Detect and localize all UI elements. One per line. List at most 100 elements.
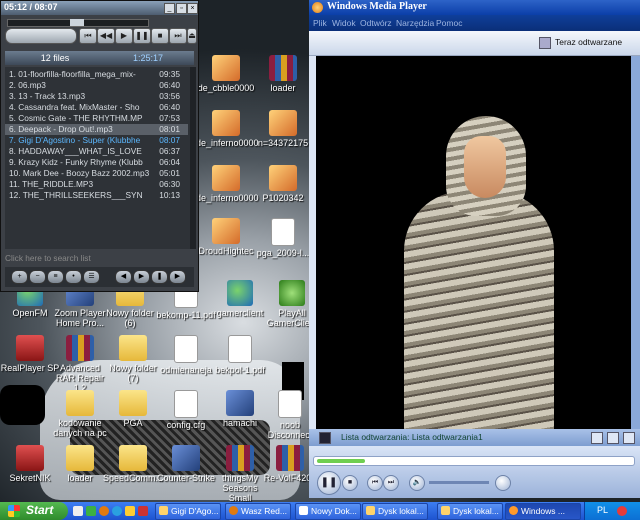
next-mini-button[interactable]: ▶ [169, 270, 186, 284]
menu-tools[interactable]: Narzędzia [396, 18, 434, 28]
volume-slider[interactable] [5, 28, 77, 44]
playlist-row[interactable]: 12. THE_THRILLSEEKERS___SYN 10:13 [5, 190, 188, 201]
taskbar-item[interactable]: Wasz Red... [225, 503, 291, 520]
seek-handle[interactable] [70, 19, 84, 26]
list-options-button[interactable]: ☰ [83, 270, 100, 284]
language-indicator[interactable]: PL [597, 505, 608, 515]
desktop-icon[interactable]: SpeedComm... [103, 445, 163, 483]
mute-icon[interactable]: 🔈 [409, 475, 425, 491]
folder-icon [119, 445, 147, 471]
remove-button[interactable]: − [29, 270, 46, 284]
layout-icon[interactable] [591, 432, 603, 444]
playlist-scrollbar[interactable] [190, 67, 196, 249]
winamp-seek-bar[interactable] [7, 19, 149, 27]
minimize-icon[interactable]: _ [164, 3, 175, 14]
play-button[interactable]: ▶ [115, 28, 133, 44]
taskbar-item-active[interactable]: Windows ... [505, 503, 581, 520]
quicklaunch-browser-icon[interactable] [86, 506, 96, 516]
playlist-row[interactable]: 4. Cassandra feat. MixMaster - Sho 06:40 [5, 102, 188, 113]
desktop-icon[interactable]: P1020342 [253, 165, 313, 203]
playlist-row[interactable]: 1. 01-floorfilla-floorfilla_mega_mix- 09:… [5, 69, 188, 80]
pause-button[interactable]: ❚❚ [133, 28, 151, 44]
desktop-icon[interactable]: loader [50, 445, 110, 483]
quicklaunch-desktop-icon[interactable] [73, 506, 83, 516]
desktop-icon[interactable]: kodowanie danych na pc [50, 390, 110, 438]
desktop-icon[interactable]: Counter-Strike [156, 445, 216, 483]
eject-button[interactable]: ⏏ [187, 28, 197, 44]
playlist-row[interactable]: 11. THE_RIDDLE.MP3 06:30 [5, 179, 188, 190]
playlist-search[interactable]: Click here to search list [5, 253, 190, 264]
wmp-titlebar[interactable]: Windows Media Player [309, 0, 640, 15]
taskbar-item[interactable]: Gigi D'Ago... [155, 503, 221, 520]
fullscreen-icon[interactable] [319, 432, 331, 444]
pause-button[interactable]: ❚❚ [317, 471, 341, 495]
playlist-row[interactable]: 8. HADDAWAY___WHAT_IS_LOVE 06:37 [5, 146, 188, 157]
compact-icon[interactable] [607, 432, 619, 444]
next-button[interactable]: ⏭ [169, 28, 187, 44]
menu-file[interactable]: Plik [313, 18, 327, 28]
desktop-icon[interactable]: gamerclient [210, 280, 270, 318]
quicklaunch-folder-icon[interactable] [125, 506, 135, 516]
playlist-row[interactable]: 5. Cosmic Gate - THE RHYTHM.MP 07:53 [5, 113, 188, 124]
previous-button[interactable]: ⏮ [367, 475, 383, 491]
now-playing-tab[interactable]: Teraz odtwarzane [555, 37, 622, 47]
playlist-row[interactable]: 9. Krazy Kidz - Funky Rhyme (Klubb 06:04 [5, 157, 188, 168]
playlist-row[interactable]: 3. 13 - Track 13.mp3 03:56 [5, 91, 188, 102]
now-playing-icon[interactable] [539, 37, 551, 49]
wmp-controls: ❚❚ ■ ⏮ ⏭ 🔈 [309, 446, 640, 498]
wmp-taskbar: Teraz odtwarzane [309, 31, 640, 56]
play-mini-button[interactable]: ▶ [133, 270, 150, 284]
winamp-time-display: 05:12 / 08:07 [4, 2, 58, 12]
menu-play[interactable]: Odtwórz [360, 18, 392, 28]
desktop-icon[interactable]: Nowy folder (7) [103, 335, 163, 383]
desktop-icon[interactable]: bekpol-1.pdf [210, 335, 270, 375]
quicklaunch-ie-icon[interactable] [112, 506, 122, 516]
stop-button[interactable]: ■ [342, 475, 358, 491]
video-area[interactable] [316, 56, 631, 461]
quicklaunch-app-icon[interactable] [138, 506, 148, 516]
misc-button[interactable]: • [65, 270, 82, 284]
quicklaunch-firefox-icon[interactable] [99, 506, 109, 516]
desktop-icon[interactable]: config.cfg [156, 390, 216, 430]
prev-mini-button[interactable]: ◀ [115, 270, 132, 284]
taskbar-item[interactable]: Dysk lokal... [362, 503, 428, 520]
desktop-icon[interactable]: DroudHightec [196, 218, 256, 256]
desktop-icon[interactable]: n=34372175 [253, 110, 313, 148]
add-button[interactable]: + [11, 270, 28, 284]
desktop-icon[interactable]: Advanced RAR Repair 1.2 [50, 335, 110, 393]
rewind-button[interactable]: ◀◀ [97, 28, 115, 44]
winamp-titlebar[interactable]: 05:12 / 08:07 _ ▫ × [1, 1, 198, 15]
wmp-title: Windows Media Player [327, 1, 427, 12]
winamp-icon [159, 506, 168, 515]
shade-icon[interactable]: ▫ [176, 3, 187, 14]
desktop-icon[interactable]: odmienaneja [156, 335, 216, 375]
desktop-icon[interactable]: PGA [103, 390, 163, 428]
volume-slider[interactable] [429, 481, 489, 484]
fullscreen-toggle-icon[interactable] [623, 432, 635, 444]
desktop-icon[interactable]: de_cbble0000 [196, 55, 256, 93]
pause-mini-button[interactable]: ❚ [151, 270, 168, 284]
desktop-icon[interactable]: loader [253, 55, 313, 93]
taskbar-item[interactable]: Nowy Dok... [295, 503, 361, 520]
playlist-row[interactable]: 2. 06.mp3 06:40 [5, 80, 188, 91]
select-button[interactable]: ≡ [47, 270, 64, 284]
desktop-icon[interactable]: de_inferno0000 [196, 110, 259, 148]
playlist-row[interactable]: 10. Mark Dee - Boozy Bazz 2002.mp3 05:01 [5, 168, 188, 179]
next-button[interactable]: ⏭ [383, 475, 399, 491]
close-icon[interactable]: × [187, 3, 198, 14]
desktop-icon[interactable]: pga_2009-l... [253, 218, 313, 258]
start-button[interactable]: Start [0, 502, 68, 520]
stop-button[interactable]: ■ [151, 28, 169, 44]
video-figure [404, 191, 554, 461]
playlist-row-selected[interactable]: 6. Deepack - Drop Out!.mp3 08:01 [5, 124, 188, 135]
taskbar-item[interactable]: Dysk lokal... [437, 503, 503, 520]
prev-button[interactable]: ⏮ [79, 28, 97, 44]
desktop-icon[interactable]: de_inferno0000 [196, 165, 259, 203]
menu-view[interactable]: Widok [332, 18, 356, 28]
hamachi-icon [226, 390, 254, 416]
playlist-row-playing[interactable]: 7. Gigi D'Agostino - Super (Klubbhe 08:07 [5, 135, 188, 146]
archive-icon [226, 445, 254, 471]
tray-app-icon[interactable] [617, 506, 627, 516]
volume-handle[interactable] [495, 475, 511, 491]
menu-help[interactable]: Pomoc [436, 18, 462, 28]
